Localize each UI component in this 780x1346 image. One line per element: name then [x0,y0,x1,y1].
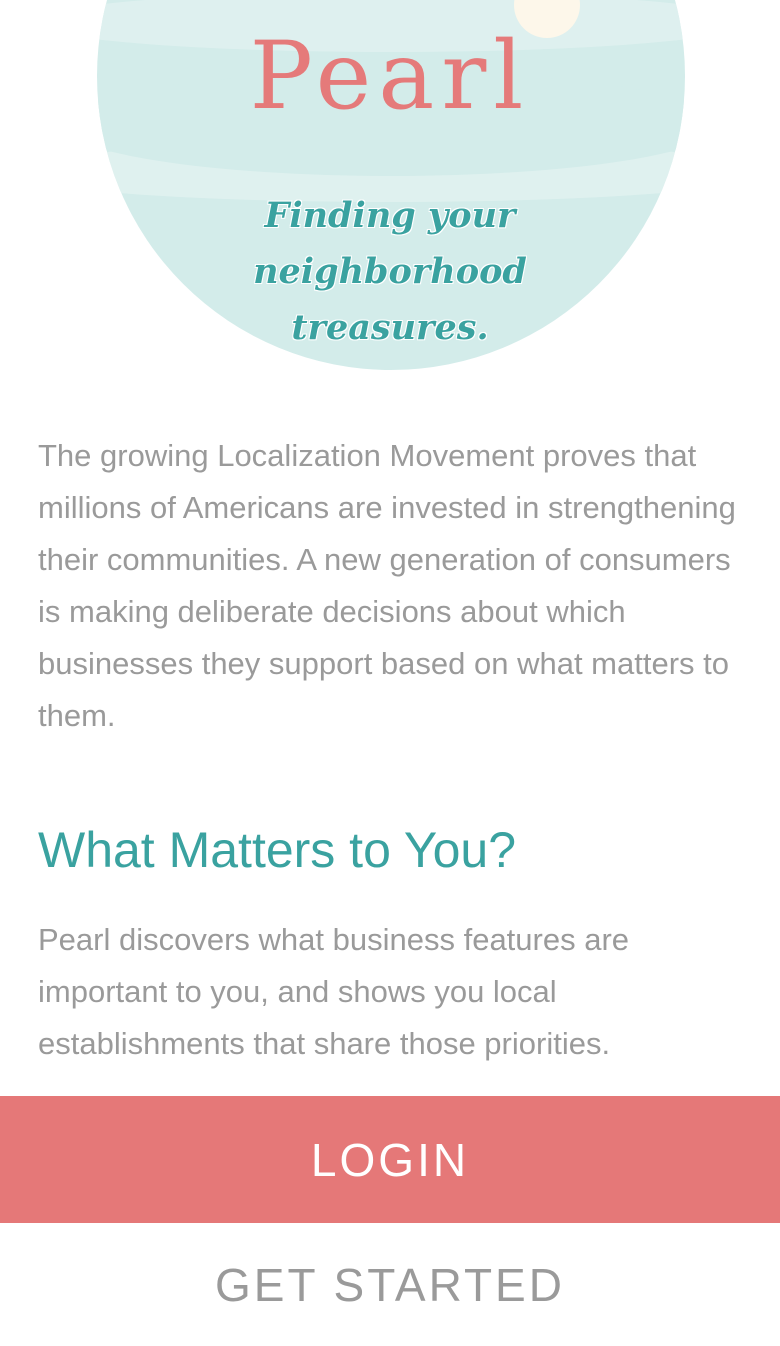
app-tagline: Finding your neighborhood treasures. [253,195,527,348]
app-title: Pearl [249,22,531,131]
section-heading: What Matters to You? [38,822,517,878]
intro-paragraph: The growing Localization Movement proves… [38,438,736,733]
section-paragraph: Pearl discovers what business features a… [38,922,630,1061]
hero-banner: Pearl Finding your neighborhood treasure… [0,0,780,390]
get-started-button[interactable]: GET STARTED [0,1223,780,1346]
login-button[interactable]: LOGIN [0,1096,780,1223]
